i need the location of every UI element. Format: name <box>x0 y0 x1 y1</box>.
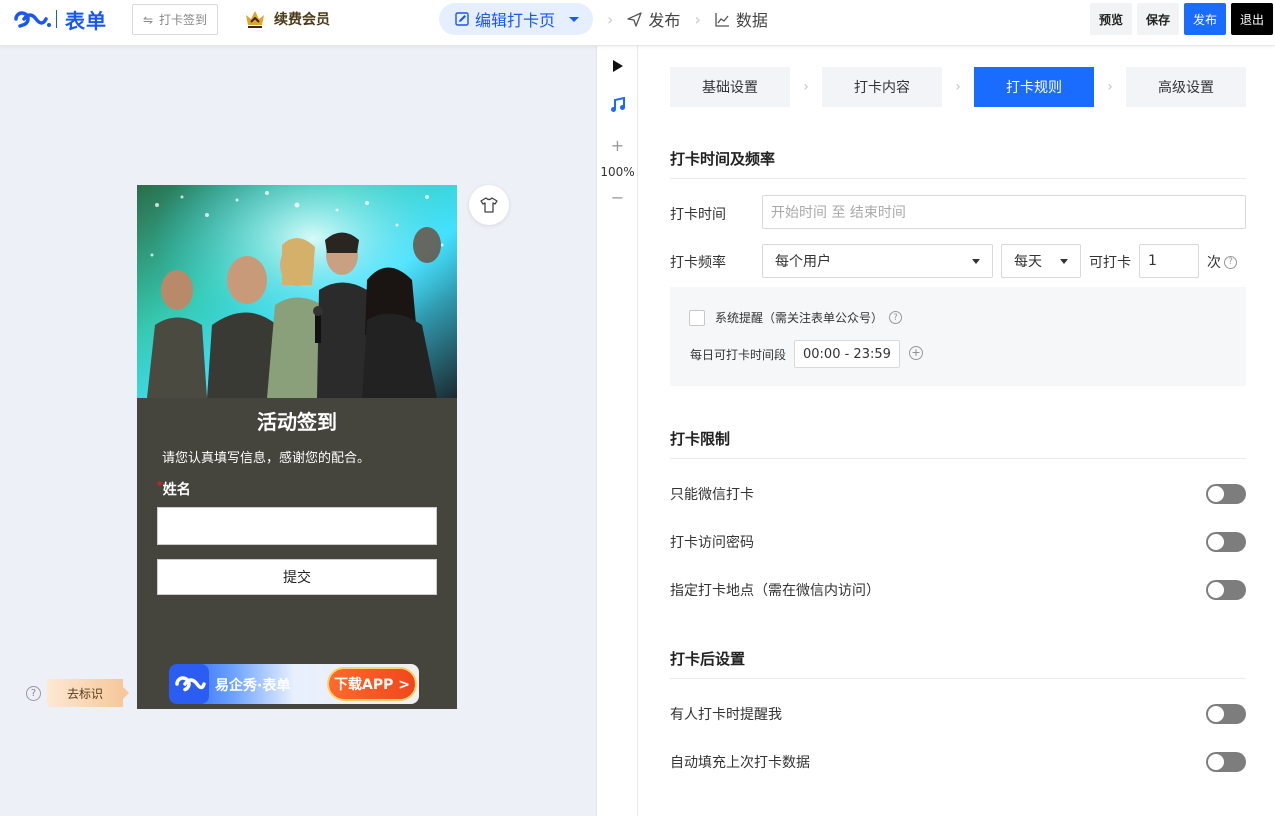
nav-edit-label: 编辑打卡页 <box>475 11 556 30</box>
after-notify-label: 有人打卡时提醒我 <box>670 707 782 723</box>
count-unit-label: 次 <box>1207 255 1221 271</box>
step-tabs: 基础设置 › 打卡内容 › 打卡规则 › 高级设置 <box>670 67 1246 107</box>
logo-text: 表单 <box>65 8 107 33</box>
crown-icon <box>246 11 264 28</box>
logo-divider <box>56 10 57 28</box>
limit-location-label: 指定打卡地点（需在微信内访问） <box>670 583 880 599</box>
name-input[interactable] <box>157 507 437 545</box>
send-icon <box>627 11 643 27</box>
after-autofill-toggle[interactable] <box>1206 752 1246 772</box>
download-app-button[interactable]: 下载APP > <box>327 667 417 701</box>
frequency-user-value: 每个用户 <box>775 254 831 270</box>
top-bar: 表单 ⇋ 打卡签到 续费会员 编辑打卡页 › 发布 › 数据 预览 保存 发布 … <box>0 0 1275 46</box>
after-notify-toggle[interactable] <box>1206 704 1246 724</box>
daily-time-input[interactable]: 00:00 - 23:59 <box>794 340 900 368</box>
zoom-in-button[interactable]: + <box>597 136 638 155</box>
section-title-limits: 打卡限制 <box>670 428 1246 459</box>
reminder-label: 系统提醒（需关注表单公众号） <box>715 311 884 325</box>
music-button[interactable] <box>597 96 638 117</box>
remove-branding-tag[interactable]: 去标识 <box>47 679 129 707</box>
tool-column: + 100% − <box>597 46 638 816</box>
theme-button[interactable] <box>469 185 509 225</box>
nav-publish-label: 发布 <box>648 11 681 30</box>
submit-button[interactable]: 提交 <box>157 559 437 595</box>
edit-icon <box>455 12 469 26</box>
frequency-period-select[interactable]: 每天 <box>1001 244 1081 278</box>
ad-text: 易企秀·表单 <box>215 678 291 694</box>
checkin-count-input[interactable]: 1 <box>1139 244 1199 278</box>
help-icon[interactable]: ? <box>1224 255 1237 269</box>
vip-renew-link[interactable]: 续费会员 <box>244 8 330 30</box>
music-icon <box>610 96 625 112</box>
section-title-time: 打卡时间及频率 <box>670 148 1246 179</box>
chevron-right-icon: › <box>694 9 701 29</box>
vip-label: 续费会员 <box>274 12 330 28</box>
limit-password-toggle[interactable] <box>1206 532 1246 552</box>
chevron-right-icon: › <box>803 79 809 95</box>
ad-logo-icon <box>169 664 209 704</box>
play-button[interactable] <box>597 58 638 77</box>
frequency-period-value: 每天 <box>1014 254 1042 270</box>
zoom-level: 100% <box>600 165 635 179</box>
app-logo[interactable]: 表单 <box>10 7 107 33</box>
section-title-after: 打卡后设置 <box>670 648 1246 679</box>
count-unit: 次 ? <box>1207 252 1237 272</box>
limit-location-toggle[interactable] <box>1206 580 1246 600</box>
chevron-down-icon <box>569 16 580 22</box>
dropdown-caret-icon <box>1060 259 1068 264</box>
nav-edit-page[interactable]: 编辑打卡页 <box>439 3 594 35</box>
tab-basic-settings[interactable]: 基础设置 <box>670 67 790 107</box>
reminder-checkbox[interactable] <box>689 310 705 326</box>
publish-button[interactable]: 发布 <box>1183 3 1226 35</box>
logo-infinity-icon <box>14 11 51 28</box>
swap-icon: ⇋ <box>142 12 154 27</box>
hero-image <box>137 185 457 398</box>
settings-panel: 基础设置 › 打卡内容 › 打卡规则 › 高级设置 打卡时间及频率 打卡时间 开… <box>638 46 1275 816</box>
shirt-icon <box>480 197 498 213</box>
tab-checkin-content[interactable]: 打卡内容 <box>822 67 942 107</box>
checkin-time-label: 打卡时间 <box>670 207 726 223</box>
limit-password-label: 打卡访问密码 <box>670 535 754 551</box>
nav-data[interactable]: 数据 <box>715 7 768 31</box>
form-preview[interactable]: 活动签到 请您认真填写信息，感谢您的配合。 *姓名 提交 易企秀·表单 下载AP… <box>137 185 457 709</box>
switch-type-button[interactable]: ⇋ 打卡签到 <box>132 4 218 35</box>
checkin-time-range-input[interactable]: 开始时间 至 结束时间 <box>762 195 1246 229</box>
dropdown-caret-icon <box>972 259 980 264</box>
checkin-frequency-label: 打卡频率 <box>670 255 726 271</box>
after-autofill-label: 自动填充上次打卡数据 <box>670 755 810 771</box>
chevron-right-icon: › <box>955 79 961 95</box>
tab-checkin-rules[interactable]: 打卡规则 <box>974 67 1094 107</box>
help-icon[interactable]: ? <box>889 311 903 324</box>
reminder-panel: 系统提醒（需关注表单公众号） ? 每日可打卡时间段 00:00 - 23:59 … <box>670 287 1246 386</box>
zoom-out-button[interactable]: − <box>597 188 638 207</box>
save-button[interactable]: 保存 <box>1136 3 1179 35</box>
exit-button[interactable]: 退出 <box>1230 3 1273 35</box>
top-actions: 预览 保存 发布 退出 <box>1089 3 1273 35</box>
add-time-icon[interactable]: + <box>909 346 923 360</box>
can-checkin-label: 可打卡 <box>1089 255 1131 271</box>
play-icon <box>612 60 623 72</box>
limit-wechat-only-toggle[interactable] <box>1206 484 1246 504</box>
frequency-user-select[interactable]: 每个用户 <box>762 244 993 278</box>
nav-data-label: 数据 <box>735 11 768 30</box>
limit-wechat-only-label: 只能微信打卡 <box>670 487 754 503</box>
nav-publish[interactable]: 发布 <box>627 7 680 31</box>
help-icon[interactable]: ? <box>26 686 41 701</box>
nav-steps: 编辑打卡页 › 发布 › 数据 <box>439 3 768 35</box>
name-field-label: *姓名 <box>157 479 191 499</box>
chevron-right-icon: › <box>607 9 614 29</box>
tab-advanced-settings[interactable]: 高级设置 <box>1126 67 1246 107</box>
preview-canvas: 活动签到 请您认真填写信息，感谢您的配合。 *姓名 提交 易企秀·表单 下载AP… <box>0 46 597 816</box>
app-download-banner[interactable]: 易企秀·表单 下载APP > <box>169 664 419 704</box>
form-description: 请您认真填写信息，感谢您的配合。 <box>162 451 371 466</box>
daily-time-label: 每日可打卡时间段 <box>690 348 787 362</box>
name-field-text: 姓名 <box>162 482 191 498</box>
reminder-row: 系统提醒（需关注表单公众号） ? <box>715 309 903 326</box>
preview-button[interactable]: 预览 <box>1089 3 1132 35</box>
form-title: 活动签到 <box>257 410 337 434</box>
chart-icon <box>715 12 729 27</box>
chevron-right-icon: › <box>1107 79 1113 95</box>
switch-type-label: 打卡签到 <box>159 13 208 27</box>
